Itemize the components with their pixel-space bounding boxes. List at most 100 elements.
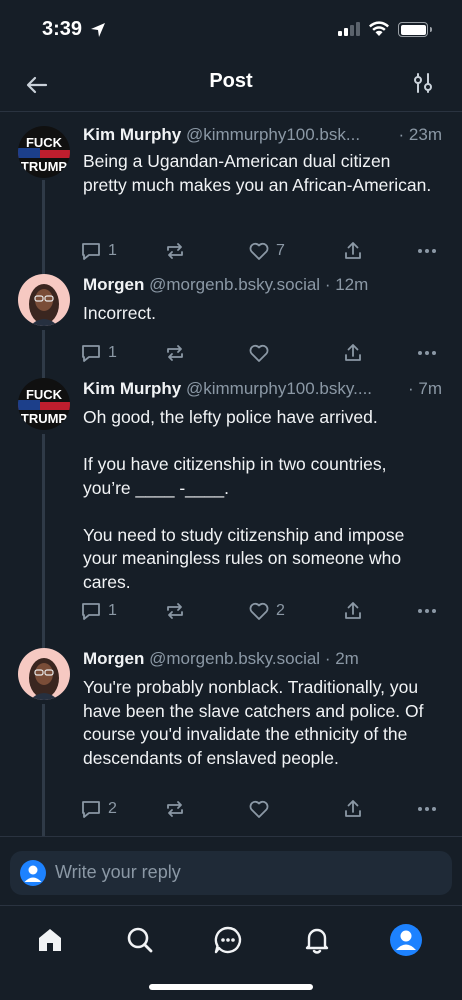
author-name[interactable]: Kim Murphy <box>83 125 181 144</box>
post-text: Incorrect. <box>83 303 156 323</box>
repost-button[interactable] <box>164 600 186 622</box>
avatar[interactable] <box>18 648 70 700</box>
reply-button[interactable]: 1 <box>80 342 117 364</box>
header: Post <box>0 60 462 112</box>
svg-text:TRUMP: TRUMP <box>21 159 68 174</box>
heart-icon <box>249 242 269 260</box>
location-arrow-icon <box>90 22 106 43</box>
post-time[interactable]: · 12m <box>325 275 368 294</box>
reply-count: 1 <box>108 344 117 361</box>
reply-input[interactable]: Write your reply <box>10 851 452 895</box>
post[interactable]: FUCK TRUMP Kim Murphy @kimmurphy100.bsk.… <box>0 124 462 280</box>
reply-count: 1 <box>108 242 117 259</box>
reply-icon <box>82 345 100 362</box>
post-header: Morgen @morgenb.bsky.social · 2m <box>83 648 442 670</box>
share-icon <box>345 344 361 361</box>
repost-icon <box>167 801 183 817</box>
post-header: Kim Murphy @kimmurphy100.bsk... <box>83 124 442 146</box>
reply-count: 1 <box>108 602 117 619</box>
nav-chat[interactable] <box>208 920 248 960</box>
status-bar: 3:39 <box>0 0 462 60</box>
avatar[interactable] <box>18 274 70 326</box>
thread-line <box>42 330 45 378</box>
author-name[interactable]: Morgen <box>83 275 144 294</box>
like-button[interactable]: 7 <box>248 240 285 262</box>
cellular-signal-icon <box>338 22 360 36</box>
bell-icon <box>305 928 329 954</box>
repost-icon <box>167 603 183 619</box>
repost-button[interactable] <box>164 240 192 262</box>
author-handle[interactable]: @morgenb.bsky.social <box>149 649 320 668</box>
profile-icon <box>390 924 422 956</box>
home-icon <box>39 929 61 951</box>
post-time[interactable]: · 23m <box>394 124 442 146</box>
post-actions: 1 2 <box>80 600 442 624</box>
search-icon <box>127 927 153 953</box>
wifi-icon <box>368 20 390 42</box>
author-handle[interactable]: @kimmurphy100.bsky.... <box>186 379 372 398</box>
repost-icon <box>167 345 183 361</box>
share-button[interactable] <box>342 600 364 622</box>
home-indicator <box>149 984 313 990</box>
author-handle[interactable]: @kimmurphy100.bsk... <box>186 125 360 144</box>
more-options-button[interactable] <box>416 798 438 820</box>
more-options-button[interactable] <box>416 240 438 262</box>
repost-icon <box>167 243 183 259</box>
nav-search[interactable] <box>120 920 160 960</box>
post-time[interactable]: · 7m <box>404 378 442 400</box>
reply-placeholder: Write your reply <box>55 862 181 882</box>
share-button[interactable] <box>342 342 364 364</box>
post-time[interactable]: · 2m <box>325 649 359 668</box>
heart-icon <box>249 800 269 818</box>
reply-icon <box>82 243 100 260</box>
avatar[interactable]: FUCK TRUMP <box>18 378 70 430</box>
share-icon <box>345 602 361 619</box>
repost-button[interactable] <box>164 798 186 820</box>
svg-text:FUCK: FUCK <box>26 135 63 150</box>
author-name[interactable]: Kim Murphy <box>83 379 181 398</box>
more-options-button[interactable] <box>416 342 438 364</box>
like-button[interactable]: 2 <box>248 600 285 622</box>
more-options-button[interactable] <box>416 600 438 622</box>
heart-icon <box>249 602 269 620</box>
like-button[interactable] <box>248 342 270 364</box>
reply-button[interactable]: 1 <box>80 240 117 262</box>
share-button[interactable] <box>342 240 364 262</box>
like-button[interactable] <box>248 798 270 820</box>
thread-line <box>42 434 45 648</box>
thread-line <box>42 704 45 836</box>
ellipsis-icon <box>418 249 436 253</box>
svg-text:FUCK: FUCK <box>26 387 63 402</box>
post-text: Oh good, the lefty police have arrived. … <box>83 407 405 592</box>
post-actions: 2 <box>80 798 442 822</box>
like-count: 2 <box>276 602 285 619</box>
reply-icon <box>82 603 100 620</box>
status-time: 3:39 <box>42 18 83 40</box>
author-handle[interactable]: @morgenb.bsky.social <box>149 275 320 294</box>
like-count: 7 <box>276 242 285 259</box>
post[interactable]: Morgen @morgenb.bsky.social · 12m Incorr… <box>0 274 462 378</box>
thread-line <box>42 180 45 280</box>
post[interactable]: FUCK TRUMP Kim Murphy @kimmurphy100.bsky… <box>0 378 462 648</box>
nav-home[interactable] <box>30 920 70 960</box>
reply-button[interactable]: 1 <box>80 600 117 622</box>
reply-icon <box>82 801 100 818</box>
post-text: You're probably nonblack. Traditionally,… <box>83 677 424 768</box>
repost-button[interactable] <box>164 342 186 364</box>
reply-count: 2 <box>108 800 117 817</box>
avatar[interactable]: FUCK TRUMP <box>18 126 70 178</box>
nav-notifications[interactable] <box>297 920 337 960</box>
user-avatar <box>20 860 46 886</box>
svg-text:TRUMP: TRUMP <box>21 411 68 426</box>
nav-profile[interactable] <box>386 920 426 960</box>
share-button[interactable] <box>342 798 364 820</box>
page-title: Post <box>209 70 253 92</box>
share-icon <box>345 800 361 817</box>
ellipsis-icon <box>418 609 436 613</box>
heart-icon <box>249 344 269 362</box>
author-name[interactable]: Morgen <box>83 649 144 668</box>
share-icon <box>345 242 361 259</box>
thread-settings-button[interactable] <box>408 68 438 98</box>
reply-button[interactable]: 2 <box>80 798 117 820</box>
bottom-nav <box>0 906 462 1000</box>
